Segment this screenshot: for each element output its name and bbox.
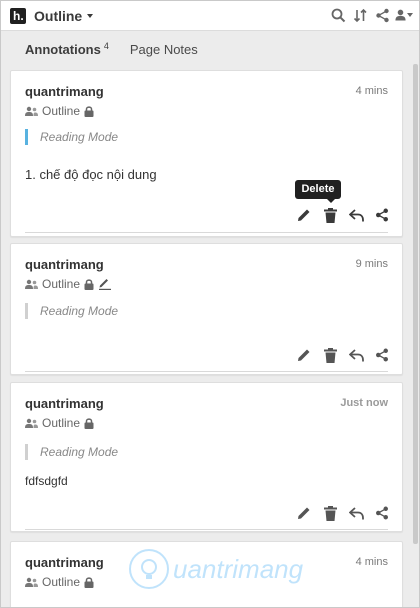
lock-icon [84,278,94,290]
delete-icon[interactable] [322,505,338,521]
delete-tooltip: Delete [295,180,341,203]
user-icon [395,9,406,21]
edited-pencil-icon [99,279,112,290]
annotation-author[interactable]: quantrimang [25,84,104,99]
group-icon [25,577,38,587]
card-divider [25,371,388,372]
group-selector[interactable]: Outline [34,8,82,24]
sort-icon[interactable] [351,6,369,24]
annotation-timestamp[interactable]: 4 mins [356,85,388,97]
sidebar-frame: h. Outline Annotations 4 Page Notes quant… [0,0,420,608]
edit-icon[interactable] [296,207,312,223]
scrollbar[interactable] [412,32,418,552]
edit-icon[interactable] [296,347,312,363]
annotation-text: 1. chế độ đọc nội dung [25,167,157,182]
annotation-timestamp[interactable]: 9 mins [356,258,388,270]
tab-page-notes[interactable]: Page Notes [130,42,198,57]
lightbulb-icon [129,549,169,589]
user-menu-button[interactable] [395,6,413,24]
chevron-down-icon[interactable] [87,13,94,18]
annotation-quote: Reading Mode [25,444,118,460]
delete-icon[interactable] [322,347,338,363]
top-bar: h. Outline [1,1,419,31]
share-icon[interactable] [374,207,390,223]
search-icon[interactable] [329,6,347,24]
annotation-quote: Reading Mode [25,303,118,319]
annotation-card[interactable]: quantrimang 4 mins Outline Reading Mode … [10,70,403,237]
lock-icon [84,105,94,117]
reply-icon[interactable] [348,347,364,363]
annotation-author[interactable]: quantrimang [25,396,104,411]
annotation-author[interactable]: quantrimang [25,257,104,272]
group-icon [25,106,38,116]
annotation-timestamp[interactable]: 4 mins [356,556,388,568]
annotation-text: fdfsdgfd [25,474,68,488]
lock-icon [84,576,94,588]
edit-icon[interactable] [296,505,312,521]
share-icon[interactable] [374,505,390,521]
annotation-quote: Reading Mode [25,129,118,145]
lock-icon [84,417,94,429]
reply-icon[interactable] [348,207,364,223]
tab-annotations[interactable]: Annotations 4 [25,41,109,57]
reply-icon[interactable] [348,505,364,521]
annotation-timestamp[interactable]: Just now [340,397,388,409]
card-divider [25,529,388,530]
watermark-logo: uantrimang [129,549,303,589]
chevron-down-icon [407,13,413,17]
tab-bar: Annotations 4 Page Notes [25,41,198,60]
annotation-author[interactable]: quantrimang [25,555,104,570]
card-divider [25,232,388,233]
annotation-group: Outline [25,416,94,430]
delete-icon[interactable] [322,207,338,223]
share-icon[interactable] [374,347,390,363]
annotation-group: Outline [25,277,112,291]
annotation-card[interactable]: quantrimang 9 mins Outline Reading Mode [10,243,403,375]
hypothesis-logo-icon[interactable]: h. [10,7,26,24]
annotation-group: Outline [25,104,94,118]
annotation-group: Outline [25,575,94,589]
annotations-count: 4 [103,41,109,51]
group-icon [25,418,38,428]
share-icon[interactable] [373,6,391,24]
annotation-card[interactable]: quantrimang Just now Outline Reading Mod… [10,382,403,532]
scrollbar-thumb[interactable] [413,64,418,544]
group-icon [25,279,38,289]
